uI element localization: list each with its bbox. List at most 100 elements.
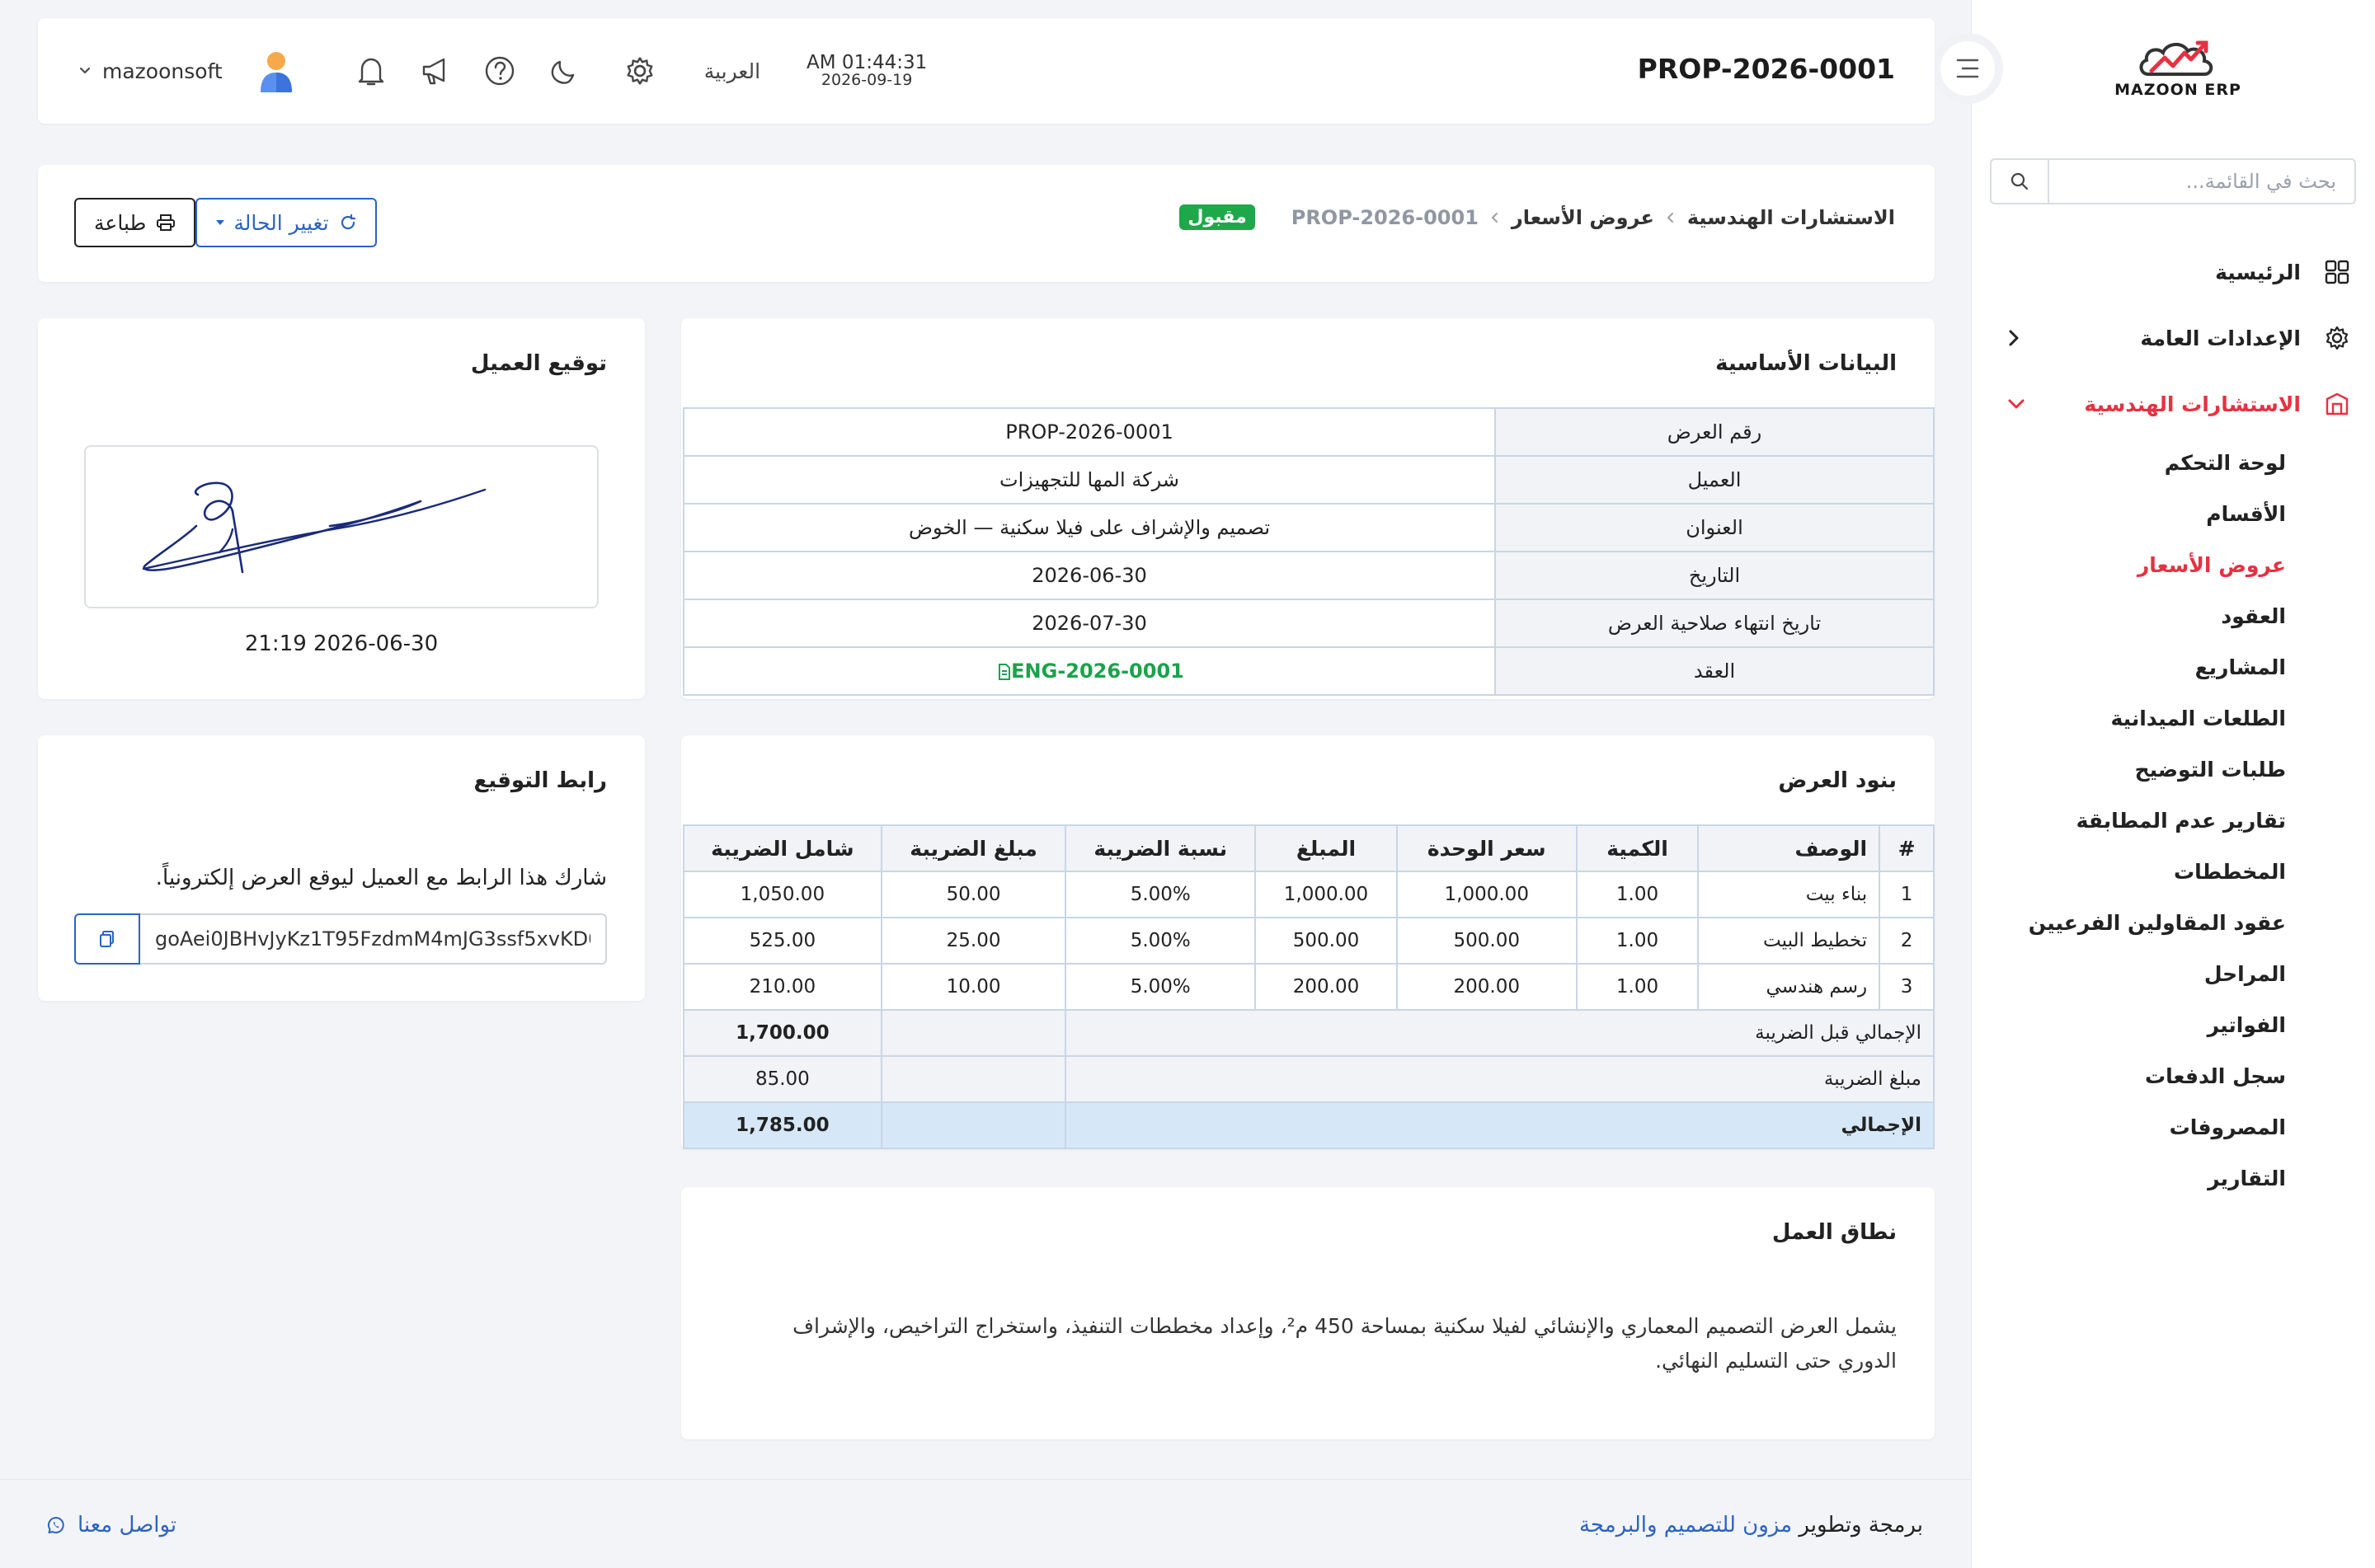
app-logo[interactable]: MAZOON ERP	[2112, 33, 2244, 115]
table-cell: 1.00	[1575, 917, 1700, 965]
sidebar-subitem[interactable]: لوحة التحكم	[1971, 437, 2375, 488]
sidebar-item-home[interactable]: الرئيسية	[1971, 239, 2375, 305]
sidebar-subitem[interactable]: العقود	[1971, 590, 2375, 641]
breadcrumb-section[interactable]: عروض الأسعار	[1512, 206, 1654, 229]
table-cell: 200.00	[1254, 963, 1398, 1011]
sidebar-subitem[interactable]: طلبات التوضيح	[1971, 744, 2375, 795]
info-row: التاريخ 2026-06-30	[683, 551, 1935, 600]
table-cell: 5.00%	[1065, 917, 1257, 965]
top-header: PROP-2026-0001 mazoonsoft العربية AM 01:…	[38, 18, 1935, 124]
table-row: 1 بناء بيت 1.00 1,000.00 1,000.00 5.00% 50.00 1…	[683, 871, 1935, 918]
info-row: رقم العرض PROP-2026-0001	[683, 407, 1935, 457]
megaphone-icon[interactable]	[417, 53, 454, 89]
sidebar-subitem[interactable]: المصروفات	[1971, 1101, 2375, 1153]
breadcrumb-root[interactable]: الاستشارات الهندسية	[1687, 206, 1895, 229]
sidebar-item-engineering[interactable]: الاستشارات الهندسية	[1971, 371, 2375, 437]
tax-row-spacer	[880, 1055, 1067, 1103]
table-cell: 5.00%	[1065, 963, 1257, 1011]
sidebar-subitem[interactable]: الطلعات الميدانية	[1971, 692, 2375, 744]
document-icon	[995, 660, 1011, 683]
column-header: #	[1879, 824, 1935, 872]
scope-text: يشمل العرض التصميم المعماري والإنشائي لف…	[792, 1314, 1897, 1373]
chevron-down-icon	[79, 67, 91, 75]
sidebar-item-label: الرئيسية	[2215, 260, 2301, 284]
info-key: رقم العرض	[1494, 407, 1935, 457]
info-value: شركة المها للتجهيزات	[683, 455, 1496, 505]
total-row-label: الإجمالي	[1065, 1101, 1935, 1149]
chevron-left-icon	[2007, 329, 2020, 347]
table-cell: تخطيط البيت	[1697, 917, 1881, 965]
sidebar-subitem[interactable]: الأقسام	[1971, 488, 2375, 539]
sidebar-subitem[interactable]: المخططات	[1971, 846, 2375, 897]
table-cell: 50.00	[880, 871, 1067, 918]
sidebar-item-label: الإعدادات العامة	[2140, 326, 2301, 350]
column-header: الوصف	[1697, 824, 1881, 872]
sidebar-subitem[interactable]: عروض الأسعار	[1971, 539, 2375, 590]
tax-row: مبلغ الضريبة 85.00	[683, 1055, 1935, 1103]
sign-link-field	[74, 913, 607, 965]
table-cell: 500.00	[1395, 917, 1578, 965]
table-cell: 525.00	[683, 917, 882, 965]
caret-down-icon	[215, 219, 225, 226]
column-header: مبلغ الضريبة	[880, 824, 1067, 872]
footer-brand-link[interactable]: مزون للتصميم والبرمجة	[1579, 1513, 1792, 1537]
bell-icon[interactable]	[353, 53, 389, 89]
info-key: العنوان	[1494, 503, 1935, 552]
sidebar-subitem[interactable]: عقود المقاولين الفرعيين	[1971, 897, 2375, 948]
footer-credits: برمجة وتطوير مزون للتصميم والبرمجة	[1579, 1513, 1923, 1537]
search-icon	[2011, 172, 2029, 190]
table-cell: 1,000.00	[1395, 871, 1578, 918]
sidebar-subitem[interactable]: تقارير عدم المطابقة	[1971, 795, 2375, 846]
column-header: نسبة الضريبة	[1065, 824, 1257, 872]
column-header: شامل الضريبة	[683, 824, 882, 872]
table-cell: بناء بيت	[1697, 871, 1881, 918]
table-cell: 1.00	[1575, 871, 1700, 918]
sidebar-subitem[interactable]: المراحل	[1971, 948, 2375, 999]
total-row: الإجمالي 1,785.00	[683, 1101, 1935, 1149]
whatsapp-icon	[46, 1515, 66, 1535]
change-status-button[interactable]: تغيير الحالة	[195, 198, 377, 247]
info-value: 2026-06-30	[683, 551, 1496, 600]
scope-of-work-card: نطاق العمل يشمل العرض التصميم المعماري و…	[681, 1187, 1935, 1439]
sidebar-subitem[interactable]: سجل الدفعات	[1971, 1050, 2375, 1101]
info-key: العقد	[1494, 646, 1935, 696]
sidebar-subitem[interactable]: الفواتير	[1971, 999, 2375, 1050]
basic-info-table: رقم العرض PROP-2026-0001 العميل شركة المها …	[683, 407, 1935, 696]
sign-link-input[interactable]	[140, 913, 607, 965]
sidebar-subitem[interactable]: التقارير	[1971, 1153, 2375, 1204]
info-value: PROP-2026-0001	[683, 407, 1496, 457]
contact-link[interactable]: تواصل معنا	[46, 1513, 176, 1537]
user-menu[interactable]: mazoonsoft	[79, 49, 297, 92]
grid-icon	[2322, 257, 2352, 287]
copy-icon	[100, 931, 114, 947]
clock-time: AM 01:44:31	[807, 51, 928, 73]
info-key: العميل	[1494, 455, 1935, 505]
header-clock: AM 01:44:31 2026-09-19	[807, 53, 927, 89]
signature-title: توقيع العميل	[470, 351, 607, 376]
breadcrumb: الاستشارات الهندسية عروض الأسعار PROP-20…	[1179, 204, 1895, 230]
page-title: PROP-2026-0001	[1637, 53, 1895, 85]
table-cell: 1,050.00	[683, 871, 882, 918]
contract-link[interactable]: ENG-2026-0001	[683, 646, 1496, 696]
basic-info-card: البيانات الأساسية رقم العرض PROP-2026-000…	[681, 318, 1935, 699]
sidebar-subitem[interactable]: المشاريع	[1971, 641, 2375, 692]
table-cell: 1	[1879, 871, 1935, 918]
sidebar-search-button[interactable]	[1992, 160, 2049, 203]
table-cell: 25.00	[880, 917, 1067, 965]
copy-link-button[interactable]	[74, 913, 140, 965]
language-switch[interactable]: العربية	[704, 59, 760, 83]
moon-icon[interactable]	[546, 53, 582, 89]
total-row-spacer	[880, 1101, 1067, 1149]
print-button[interactable]: طباعة	[74, 198, 196, 247]
table-row: 3 رسم هندسي 1.00 200.00 200.00 5.00% 10.00 210.…	[683, 963, 1935, 1011]
help-icon[interactable]	[482, 53, 518, 89]
info-row: العقد ENG-2026-0001	[683, 646, 1935, 696]
gear-icon[interactable]	[622, 53, 658, 89]
sign-link-title: رابط التوقيع	[473, 768, 607, 793]
sidebar-item-settings[interactable]: الإعدادات العامة	[1971, 305, 2375, 371]
basic-info-title: البيانات الأساسية	[1715, 351, 1897, 376]
info-key: التاريخ	[1494, 551, 1935, 600]
logo-text: MAZOON ERP	[2114, 81, 2241, 99]
sidebar-search-input[interactable]	[2049, 160, 2354, 203]
sidebar-toggle-button[interactable]	[1932, 33, 2003, 104]
